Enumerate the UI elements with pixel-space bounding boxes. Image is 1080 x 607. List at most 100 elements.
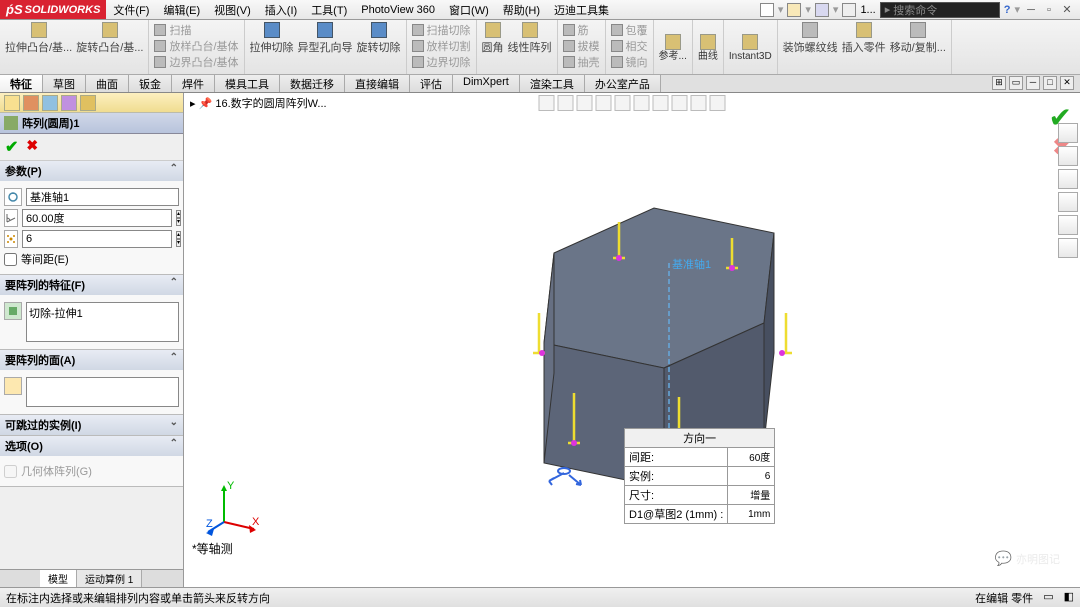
features-listbox[interactable]: 切除-拉伸1 [26,302,179,342]
tree-icon[interactable] [1058,169,1078,189]
display-style-icon[interactable] [634,95,650,111]
tab-sheetmetal[interactable]: 钣金 [129,75,172,92]
propertymgr-tab-icon[interactable] [23,95,39,111]
view-max-icon[interactable]: □ [1043,76,1057,90]
dir-d1-input[interactable] [732,509,770,520]
revolve-cut-button[interactable]: 旋转切除 [357,22,401,72]
tab-dimxpert[interactable]: DimXpert [453,75,520,92]
options-section-header[interactable]: 选项(O)⌃ [0,436,183,456]
skip-section-header[interactable]: 可跳过的实例(I)⌄ [0,415,183,435]
configmgr-tab-icon[interactable] [42,95,58,111]
custom-icon[interactable] [1058,215,1078,235]
tab-render[interactable]: 渲染工具 [520,75,585,92]
boundary-button[interactable]: 边界凸台/基体 [154,54,238,70]
view-min-icon[interactable]: ─ [1026,76,1040,90]
sweep-cut-button[interactable]: 扫描切除 [412,22,471,38]
home-icon[interactable] [1058,123,1078,143]
menu-file[interactable]: 文件(F) [106,0,156,20]
display-tab-icon[interactable] [80,95,96,111]
extrude-cut-button[interactable]: 拉伸切除 [250,22,294,72]
fillet-button[interactable]: 圆角 [482,22,504,72]
menu-edit[interactable]: 编辑(E) [156,0,207,20]
sweep-button[interactable]: 扫描 [154,22,238,38]
view-close-icon[interactable]: ✕ [1060,76,1074,90]
equal-spacing-checkbox[interactable] [4,253,17,266]
count-input[interactable] [22,230,172,248]
view-orient-icon[interactable] [615,95,631,111]
model-tab[interactable]: 模型 [40,570,77,587]
count-up-button[interactable]: ▴ [176,231,181,239]
dimxpert-tab-icon[interactable] [61,95,77,111]
wrap-button[interactable]: 包覆 [611,22,648,38]
angle-down-button[interactable]: ▾ [176,218,181,226]
menu-view[interactable]: 视图(V) [207,0,258,20]
features-section-header[interactable]: 要阵列的特征(F)⌃ [0,275,183,295]
minimize-icon[interactable]: ─ [1024,3,1038,17]
tab-office[interactable]: 办公室产品 [585,75,661,92]
restore-icon[interactable]: ▫ [1042,3,1056,17]
appearance-icon[interactable] [672,95,688,111]
tab-directedit[interactable]: 直接编辑 [345,75,410,92]
new-doc-icon[interactable] [760,3,774,17]
viewsettings-icon[interactable] [710,95,726,111]
faces-section-header[interactable]: 要阵列的面(A)⌃ [0,350,183,370]
linear-pattern-button[interactable]: 线性阵列 [508,22,552,72]
prev-view-icon[interactable] [577,95,593,111]
search-command-input[interactable]: ▸搜索命令 [880,2,1000,18]
save-icon[interactable] [815,3,829,17]
move-copy-button[interactable]: 移动/复制... [890,22,946,72]
revolve-boss-button[interactable]: 旋转凸台/基... [76,22,143,72]
tab-weldments[interactable]: 焊件 [172,75,215,92]
dir-instances-input[interactable] [732,471,770,482]
section-view-icon[interactable] [596,95,612,111]
help-icon[interactable]: ? [1004,4,1011,16]
boundary-cut-button[interactable]: 边界切除 [412,54,471,70]
graphics-viewport[interactable]: ▸ 📌 16.数字的圆周阵列W... ✔ ✖ [184,93,1080,587]
loft-button[interactable]: 放样凸台/基体 [154,38,238,54]
menu-window[interactable]: 窗口(W) [442,0,496,20]
tab-datamigration[interactable]: 数据迁移 [280,75,345,92]
status-custom-icon[interactable]: ◧ [1064,590,1074,606]
status-unit-icon[interactable]: ▭ [1043,590,1053,606]
mirror-button[interactable]: 镜向 [611,54,648,70]
dir-spacing-input[interactable] [732,451,770,462]
ok-button[interactable]: ✔ [5,137,18,157]
view-triad-icon[interactable]: Y X Z [204,477,264,537]
print-icon[interactable] [842,3,856,17]
prop-icon[interactable] [1058,192,1078,212]
view-tile-icon[interactable]: ⊞ [992,76,1006,90]
axis-input[interactable] [26,188,179,206]
axis-selector-icon[interactable] [4,188,22,206]
menu-insert[interactable]: 插入(I) [258,0,304,20]
open-doc-icon[interactable] [787,3,801,17]
menu-maidi[interactable]: 迈迪工具集 [547,0,616,20]
zoom-area-icon[interactable] [558,95,574,111]
misc-icon[interactable] [1058,238,1078,258]
insert-part-button[interactable]: 插入零件 [842,22,886,72]
angle-input[interactable] [22,209,172,227]
scene-icon[interactable] [691,95,707,111]
view-cascade-icon[interactable]: ▭ [1009,76,1023,90]
draft-button[interactable]: 拔模 [563,38,600,54]
motion-study-tab[interactable]: 运动算例 1 [77,570,142,587]
zoom-fit-icon[interactable] [539,95,555,111]
cosmetic-thread-button[interactable]: 装饰螺纹线 [783,22,838,72]
tab-surfaces[interactable]: 曲面 [86,75,129,92]
faces-listbox[interactable] [26,377,179,407]
dir-size-input[interactable] [732,489,770,500]
face-selector-icon[interactable] [4,377,22,395]
hide-show-icon[interactable] [653,95,669,111]
extrude-boss-button[interactable]: 拉伸凸台/基... [5,22,72,72]
count-down-button[interactable]: ▾ [176,239,181,247]
intersect-button[interactable]: 相交 [611,38,648,54]
close-icon[interactable]: ✕ [1060,3,1074,17]
reference-button[interactable]: 参考... [659,33,687,62]
params-section-header[interactable]: 参数(P)⌃ [0,161,183,181]
shell-button[interactable]: 抽壳 [563,54,600,70]
cancel-button[interactable]: ✖ [26,137,38,157]
instant3d-button[interactable]: Instant3D [729,33,772,62]
featuretree-tab-icon[interactable] [4,95,20,111]
feature-selector-icon[interactable] [4,302,22,320]
tab-evaluate[interactable]: 评估 [410,75,453,92]
hole-wizard-button[interactable]: 异型孔向导 [298,22,353,72]
